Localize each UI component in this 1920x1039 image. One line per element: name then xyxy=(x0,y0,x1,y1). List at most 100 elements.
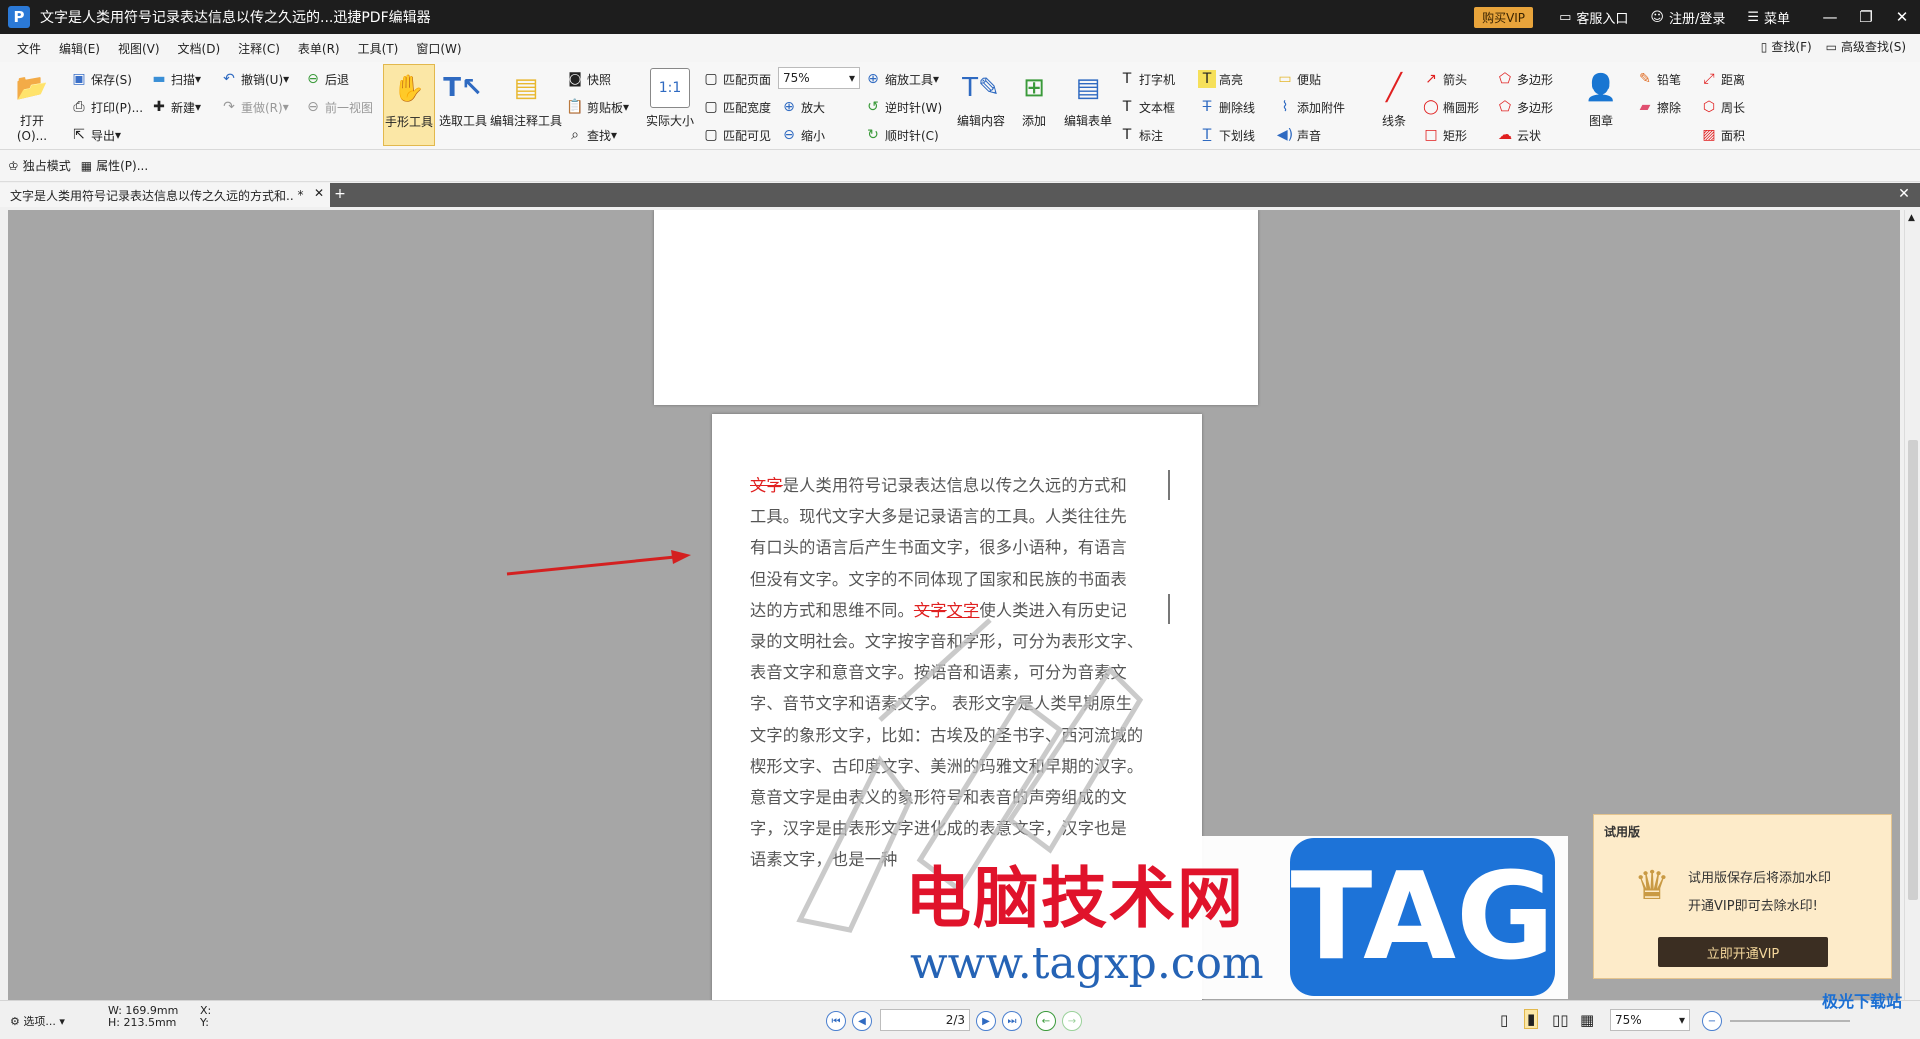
back-button[interactable]: ⊖ 后退 xyxy=(304,70,349,88)
customer-service-link[interactable]: ▭ 客服入口 xyxy=(1559,8,1628,27)
polyline-button[interactable]: ⬠ 多边形 xyxy=(1496,98,1553,116)
polygon-button[interactable]: ⬠ 多边形 xyxy=(1496,70,1553,88)
prev-page-button[interactable]: ◀ xyxy=(852,1011,872,1031)
menu-file[interactable]: 文件 xyxy=(8,40,50,57)
rotate-ccw-button[interactable]: ↺ 逆时针(W) xyxy=(864,98,942,116)
edit-content-button[interactable]: T✎ 编辑内容 xyxy=(954,68,1008,129)
menu-comment[interactable]: 注释(C) xyxy=(229,40,289,57)
pencil-button[interactable]: ✎ 铅笔 xyxy=(1636,70,1681,88)
edit-annotation-tool-button[interactable]: ▤ 编辑注释工具 xyxy=(490,68,562,129)
find-button[interactable]: ▯ 查找(F) xyxy=(1761,38,1812,55)
close-panel-icon[interactable]: ✕ xyxy=(1896,186,1912,202)
rotate-cw-button[interactable]: ↻ 顺时针(C) xyxy=(864,126,939,144)
underline-button[interactable]: T 下划线 xyxy=(1198,126,1255,144)
edit-form-button[interactable]: ▤ 编辑表单 xyxy=(1060,68,1116,129)
back-view-button[interactable]: ← xyxy=(1036,1011,1056,1031)
next-page-button[interactable]: ▶ xyxy=(976,1011,996,1031)
minimize-button[interactable]: — xyxy=(1812,8,1848,26)
undo-button[interactable]: ↶ 撤销(U) ▾ xyxy=(220,70,289,88)
buy-vip-button[interactable]: 购买VIP xyxy=(1474,6,1534,28)
eraser-button[interactable]: ▰ 擦除 xyxy=(1636,98,1681,116)
main-menu-button[interactable]: ☰ 菜单 xyxy=(1747,8,1790,27)
text-select-icon: T↖ xyxy=(443,73,483,103)
arrow-shape-button[interactable]: ↗ 箭头 xyxy=(1422,70,1467,88)
prev-view-button[interactable]: ⊖ 前一视图 xyxy=(304,98,373,116)
properties-button[interactable]: ▦ 属性(P)... xyxy=(81,157,148,174)
close-tab-icon[interactable]: ✕ xyxy=(314,186,324,200)
zoom-select[interactable]: 75% ▾ xyxy=(778,67,860,89)
menu-form[interactable]: 表单(R) xyxy=(289,40,349,57)
open-button[interactable]: 📂 打开(O)... xyxy=(6,68,58,143)
menu-tools[interactable]: 工具(T) xyxy=(349,40,408,57)
scan-button[interactable]: ▬ 扫描 ▾ xyxy=(150,70,201,88)
cloud-button[interactable]: ☁ 云状 xyxy=(1496,126,1541,144)
open-vip-button[interactable]: 立即开通VIP xyxy=(1658,937,1828,967)
polygon-icon: ⬠ xyxy=(1498,71,1512,87)
typewriter-button[interactable]: T 打字机 xyxy=(1118,70,1175,88)
forward-view-button[interactable]: → xyxy=(1062,1011,1082,1031)
close-window-button[interactable]: ✕ xyxy=(1884,8,1920,26)
continuous-view-icon[interactable]: ▮ xyxy=(1524,1009,1539,1029)
menu-view[interactable]: 视图(V) xyxy=(109,40,169,57)
highlight-button[interactable]: T 高亮 xyxy=(1198,70,1243,88)
actual-size-button[interactable]: 1:1 实际大小 xyxy=(644,68,696,129)
clipboard-button[interactable]: 📋 剪贴板 ▾ xyxy=(566,98,629,116)
zoom-slider[interactable] xyxy=(1730,1020,1850,1022)
corner-site-logo: 极光下载站 xyxy=(1821,992,1902,1011)
add-tab-icon[interactable]: + xyxy=(333,187,347,201)
fit-visible-button[interactable]: ▢ 匹配可见 xyxy=(702,126,771,144)
options-button[interactable]: ⚙ 选项... ▾ xyxy=(10,1013,65,1029)
single-page-view-icon[interactable]: ▯ xyxy=(1500,1011,1508,1029)
export-button[interactable]: ⇱ 导出 ▾ xyxy=(70,126,121,144)
fit-page-button[interactable]: ▢ 匹配页面 xyxy=(702,70,771,88)
chevron-down-icon: ▾ xyxy=(848,71,855,85)
rect-button[interactable]: □ 矩形 xyxy=(1422,126,1467,144)
strikeout-button[interactable]: T 删除线 xyxy=(1198,98,1255,116)
distance-button[interactable]: ⤢ 距离 xyxy=(1700,70,1745,88)
save-button[interactable]: ▣ 保存(S) xyxy=(70,70,132,88)
ellipse-button[interactable]: ◯ 椭圆形 xyxy=(1422,98,1479,116)
user-icon: ☺ xyxy=(1650,9,1664,25)
zoom-out-status-button[interactable]: − xyxy=(1702,1011,1722,1031)
stamp-button[interactable]: 👤 图章 xyxy=(1576,68,1626,129)
line-button[interactable]: ╱ 线条 xyxy=(1370,68,1418,129)
note-button[interactable]: ▭ 便贴 xyxy=(1276,70,1321,88)
print-button[interactable]: ⎙ 打印(P)... xyxy=(70,98,143,116)
add-button[interactable]: ⊞ 添加 xyxy=(1010,68,1058,129)
page-number-input[interactable]: 2/3 xyxy=(880,1009,970,1031)
menu-window[interactable]: 窗口(W) xyxy=(407,40,470,57)
find-tool-button[interactable]: ⌕ 查找 ▾ xyxy=(566,126,617,144)
edit-content-icon: T✎ xyxy=(962,73,1000,103)
sound-button[interactable]: ◀) 声音 xyxy=(1276,126,1321,144)
new-button[interactable]: ✚ 新建 ▾ xyxy=(150,98,201,116)
menu-document[interactable]: 文档(D) xyxy=(169,40,230,57)
login-link[interactable]: ☺ 注册/登录 xyxy=(1650,8,1725,27)
advanced-find-button[interactable]: ▭ 高级查找(S) xyxy=(1826,38,1906,55)
first-page-button[interactable]: ⏮ xyxy=(826,1011,846,1031)
document-tab[interactable]: 文字是人类用符号记录表达信息以传之久远的方式和.. * ✕ xyxy=(0,183,330,207)
last-page-button[interactable]: ⏭ xyxy=(1002,1011,1022,1031)
select-tool-button[interactable]: T↖ 选取工具 xyxy=(437,68,489,129)
vertical-scrollbar[interactable]: ▲ xyxy=(1904,210,1920,1000)
redo-button[interactable]: ↷ 重做(R) ▾ xyxy=(220,98,289,116)
scroll-up-icon[interactable]: ▲ xyxy=(1908,213,1915,223)
snapshot-button[interactable]: ◙ 快照 xyxy=(566,70,611,88)
scroll-thumb[interactable] xyxy=(1908,440,1918,900)
restore-button[interactable]: ❐ xyxy=(1848,8,1884,26)
textbox-button[interactable]: T 文本框 xyxy=(1118,98,1175,116)
zoom-in-button[interactable]: ⊕ 放大 xyxy=(780,98,825,116)
attach-button[interactable]: ⌇ 添加附件 xyxy=(1276,98,1345,116)
polyline-icon: ⬠ xyxy=(1498,99,1512,115)
perimeter-button[interactable]: ⬡ 周长 xyxy=(1700,98,1745,116)
continuous-facing-view-icon[interactable]: ▦ xyxy=(1580,1011,1594,1029)
fit-width-button[interactable]: ▢ 匹配宽度 xyxy=(702,98,771,116)
area-button[interactable]: ▨ 面积 xyxy=(1700,126,1745,144)
menu-edit[interactable]: 编辑(E) xyxy=(50,40,109,57)
callout-button[interactable]: T 标注 xyxy=(1118,126,1163,144)
zoom-tool-button[interactable]: ⊕ 缩放工具 ▾ xyxy=(864,70,939,88)
facing-view-icon[interactable]: ▯▯ xyxy=(1552,1011,1569,1029)
status-zoom-select[interactable]: 75% ▾ xyxy=(1610,1009,1690,1031)
exclusive-mode-button[interactable]: ♔ 独占模式 xyxy=(8,157,71,174)
hand-tool-button[interactable]: ✋ 手形工具 xyxy=(383,64,435,146)
zoom-out-button[interactable]: ⊖ 缩小 xyxy=(780,126,825,144)
